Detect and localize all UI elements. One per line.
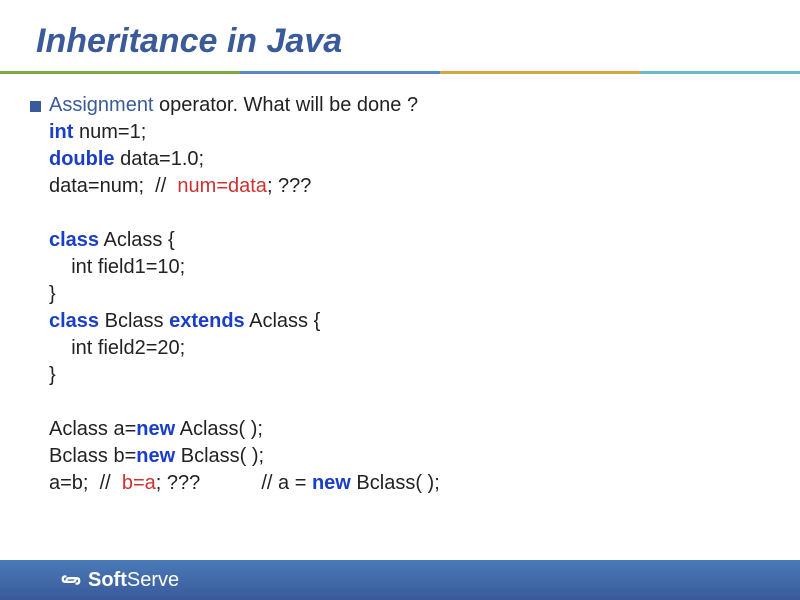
code-text: Aclass { <box>245 310 321 332</box>
slide-title: Inheritance in Java <box>0 0 800 71</box>
code-text: Bclass( ); <box>351 472 440 494</box>
code-block: int num=1; double data=1.0; data=num; //… <box>49 119 770 497</box>
code-text: Bclass <box>99 310 169 332</box>
code-text: Aclass a= <box>49 418 136 440</box>
logo-soft: Soft <box>88 569 127 591</box>
logo-serve: Serve <box>127 569 179 591</box>
code-error: num=data <box>177 175 267 197</box>
kw-extends: extends <box>169 310 245 332</box>
code-text: } <box>49 283 56 305</box>
code-text: a=b; // <box>49 472 122 494</box>
bullet-icon <box>30 101 41 112</box>
code-text: Aclass { <box>99 229 175 251</box>
code-text: num=1; <box>73 121 146 143</box>
code-text: int field1=10; <box>49 256 185 278</box>
logo-text: SoftServe <box>88 569 179 592</box>
assignment-word: Assignment <box>49 94 154 116</box>
code-text: int field2=20; <box>49 337 185 359</box>
bullet-row: Assignment operator. What will be done ? <box>30 92 770 119</box>
code-text: } <box>49 364 56 386</box>
footer: SoftServe <box>0 560 800 600</box>
code-text: data=1.0; <box>115 148 205 170</box>
logo-icon <box>60 569 82 591</box>
kw-class: class <box>49 310 99 332</box>
slide: Inheritance in Java Assignment operator.… <box>0 0 800 600</box>
code-text: ; ??? // a = <box>156 472 312 494</box>
kw-int: int <box>49 121 73 143</box>
slide-content: Assignment operator. What will be done ?… <box>0 74 800 497</box>
code-text: Bclass( ); <box>175 445 264 467</box>
operator-text: operator. What will be done ? <box>154 94 419 116</box>
code-text: Bclass b= <box>49 445 136 467</box>
kw-new: new <box>312 472 351 494</box>
code-error: b=a <box>122 472 156 494</box>
logo: SoftServe <box>60 569 179 592</box>
first-line: Assignment operator. What will be done ? <box>49 92 418 119</box>
code-text: Aclass( ); <box>175 418 263 440</box>
code-text: ; ??? <box>267 175 311 197</box>
kw-double: double <box>49 148 115 170</box>
kw-new: new <box>136 445 175 467</box>
kw-class: class <box>49 229 99 251</box>
code-text: data=num; // <box>49 175 177 197</box>
kw-new: new <box>136 418 175 440</box>
